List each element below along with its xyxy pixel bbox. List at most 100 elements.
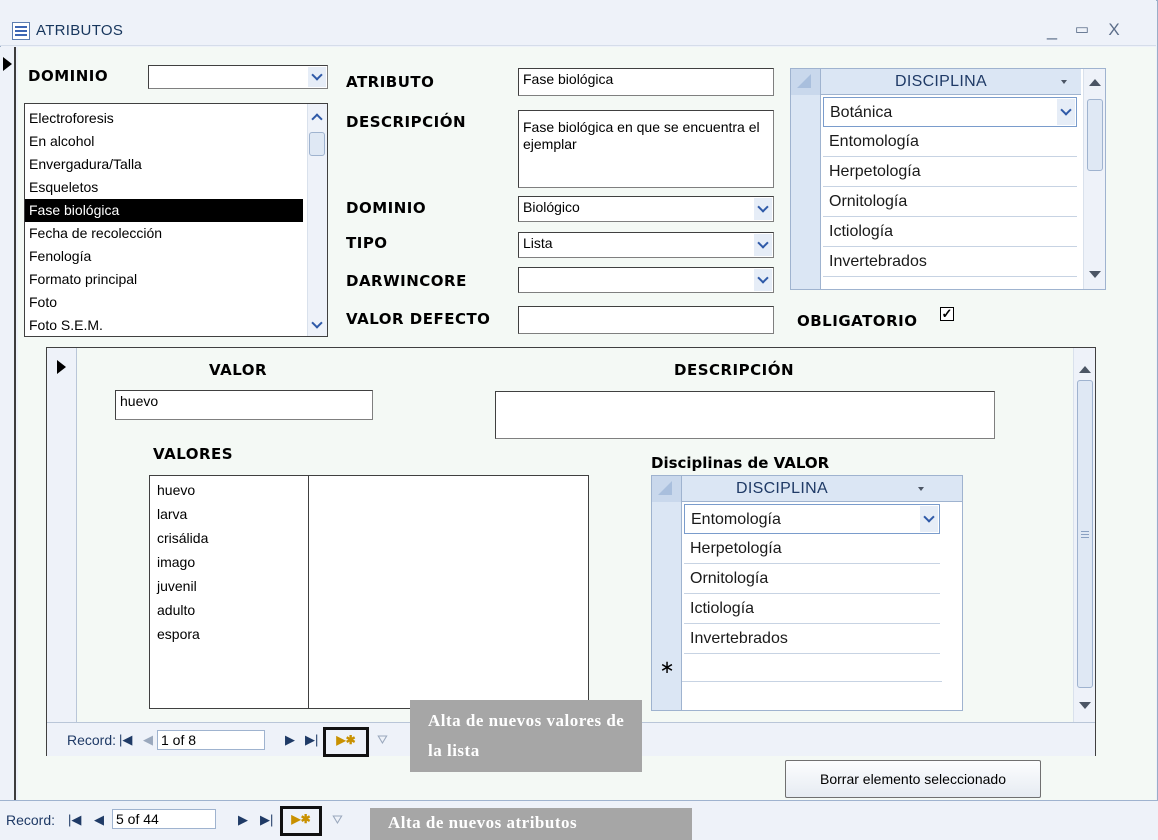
- attribute-list-item[interactable]: Electroforesis: [25, 107, 303, 130]
- next-record-icon[interactable]: ▶: [285, 732, 295, 748]
- disciplina-row[interactable]: Herpetología: [823, 157, 1077, 187]
- disciplina-row[interactable]: Entomología: [823, 127, 1077, 157]
- attribute-list-item[interactable]: Fenología: [25, 245, 303, 268]
- attribute-list-item[interactable]: En alcohol: [25, 130, 303, 153]
- chevron-down-icon[interactable]: [754, 269, 772, 291]
- disciplina-row[interactable]: Ornitología: [823, 187, 1077, 217]
- next-record-icon[interactable]: ▶: [238, 812, 248, 828]
- chevron-down-icon[interactable]: [308, 67, 326, 87]
- descripcion-field[interactable]: Fase biológica en que se encuentra el ej…: [518, 110, 774, 188]
- dominio-label: DOMINIO: [346, 199, 427, 217]
- scroll-thumb[interactable]: [1077, 380, 1093, 688]
- disciplina-row[interactable]: Ornitología: [684, 564, 940, 594]
- attributes-listbox[interactable]: Electroforesis En alcohol Envergadura/Tall…: [24, 103, 328, 337]
- valores-list-item[interactable]: imago: [153, 551, 303, 575]
- dominio-filter-combo[interactable]: [148, 65, 328, 89]
- sort-arrow-icon[interactable]: [918, 487, 924, 491]
- valores-list-item[interactable]: adulto: [153, 599, 303, 623]
- scroll-down-icon[interactable]: [1076, 696, 1094, 714]
- scroll-down-icon[interactable]: [308, 316, 326, 334]
- disciplina-row[interactable]: Ictiología: [823, 217, 1077, 247]
- maximize-button[interactable]: ▭: [1070, 18, 1094, 42]
- attributes-list-items: Electroforesis En alcohol Envergadura/Tall…: [25, 107, 303, 336]
- disciplina-datasheet[interactable]: DISCIPLINA Botánica Entomología Herpetolog…: [790, 68, 1106, 290]
- record-selector-strip[interactable]: [0, 47, 16, 800]
- chevron-down-icon[interactable]: [920, 506, 938, 532]
- disciplina-row[interactable]: Entomología: [684, 504, 940, 534]
- disciplina-row[interactable]: Botánica: [823, 97, 1077, 127]
- attribute-list-item[interactable]: Envergadura/Talla: [25, 153, 303, 176]
- disciplina-row[interactable]: Ictiología: [684, 594, 940, 624]
- valores-list-item[interactable]: crisálida: [153, 527, 303, 551]
- attribute-list-item[interactable]: Foto S.E.M.: [25, 314, 303, 336]
- select-all-corner[interactable]: [791, 69, 821, 95]
- window-title: ATRIBUTOS: [36, 22, 124, 39]
- disciplina-row[interactable]: Invertebrados: [684, 624, 940, 654]
- valores-list-item[interactable]: huevo: [153, 479, 303, 503]
- scroll-up-icon[interactable]: [1086, 73, 1104, 91]
- disciplina-row-label: Ictiología: [690, 600, 755, 617]
- subform-record-label: Record:: [67, 732, 117, 748]
- valor-field[interactable]: huevo: [115, 390, 373, 420]
- new-record-button[interactable]: ▶✱: [323, 727, 369, 757]
- scroll-down-icon[interactable]: [1086, 265, 1104, 283]
- tipo-label: TIPO: [346, 234, 388, 252]
- valor-defecto-field[interactable]: [518, 306, 774, 334]
- filter-icon[interactable]: ⛛: [377, 732, 388, 748]
- select-all-corner[interactable]: [652, 476, 682, 502]
- attribute-list-item[interactable]: Foto: [25, 291, 303, 314]
- chevron-down-icon[interactable]: [1057, 99, 1075, 125]
- scroll-up-icon[interactable]: [308, 108, 326, 126]
- disciplina-row-selectors[interactable]: [791, 95, 821, 289]
- disciplina-row[interactable]: Invertebrados: [823, 247, 1077, 277]
- disciplina-header: DISCIPLINA: [791, 69, 1081, 95]
- first-record-icon[interactable]: |◀: [119, 732, 132, 748]
- new-row[interactable]: [682, 652, 942, 682]
- last-record-icon[interactable]: ▶|: [305, 732, 318, 748]
- tipo-combo[interactable]: Lista: [518, 232, 774, 258]
- valores-listbox[interactable]: huevo larva crisálida imago juvenil adulto esp…: [149, 475, 589, 709]
- atributo-field[interactable]: Fase biológica: [518, 68, 774, 96]
- attribute-list-item[interactable]: Fecha de recolección: [25, 222, 303, 245]
- previous-record-icon[interactable]: ◀: [143, 732, 153, 748]
- dominio-combo[interactable]: Biológico: [518, 196, 774, 222]
- chevron-down-icon[interactable]: [754, 198, 772, 220]
- close-button[interactable]: X: [1102, 18, 1126, 42]
- disciplina-row[interactable]: Herpetología: [684, 534, 940, 564]
- scroll-thumb[interactable]: [1087, 99, 1103, 171]
- obligatorio-checkbox[interactable]: ✓: [940, 307, 954, 321]
- last-record-icon[interactable]: ▶|: [260, 812, 273, 828]
- attribute-list-item[interactable]: Esqueletos: [25, 176, 303, 199]
- subform-descripcion-field[interactable]: [495, 391, 995, 439]
- subform-record-position[interactable]: 1 of 8: [157, 730, 265, 750]
- sort-arrow-icon[interactable]: [1061, 80, 1067, 84]
- obligatorio-label: OBLIGATORIO: [797, 312, 918, 330]
- subform-record-selector[interactable]: [47, 348, 77, 740]
- disciplina-row-label: Herpetología: [690, 540, 782, 557]
- disciplina-row-label: Herpetología: [829, 163, 921, 180]
- scroll-thumb[interactable]: [309, 132, 325, 156]
- previous-record-icon[interactable]: ◀: [94, 812, 104, 828]
- valores-label: VALORES: [153, 445, 234, 463]
- first-record-icon[interactable]: |◀: [68, 812, 81, 828]
- attributes-scrollbar[interactable]: [307, 104, 327, 336]
- chevron-down-icon[interactable]: [754, 234, 772, 256]
- disciplinas-valor-datasheet[interactable]: DISCIPLINA Entomología Herpetología Ornito…: [651, 475, 963, 711]
- delete-selected-button[interactable]: Borrar elemento seleccionado: [785, 760, 1041, 798]
- disciplina-scrollbar[interactable]: [1083, 69, 1105, 289]
- valores-list-items: huevo larva crisálida imago juvenil adulto esp…: [153, 479, 303, 647]
- attribute-list-item[interactable]: Formato principal: [25, 268, 303, 291]
- valores-list-item[interactable]: larva: [153, 503, 303, 527]
- darwincore-combo[interactable]: [518, 267, 774, 293]
- subform-scrollbar[interactable]: [1073, 348, 1095, 738]
- scroll-up-icon[interactable]: [1076, 360, 1094, 378]
- new-record-button[interactable]: ▶✱: [280, 806, 322, 836]
- minimize-button[interactable]: _: [1040, 18, 1064, 42]
- filter-icon[interactable]: ⛛: [332, 812, 343, 828]
- main-record-position[interactable]: 5 of 44: [112, 809, 216, 829]
- current-record-arrow-icon: [3, 57, 12, 71]
- attribute-list-item[interactable]: Fase biológica: [25, 199, 303, 222]
- disciplinas-valor-header: DISCIPLINA: [652, 476, 962, 502]
- valores-list-item[interactable]: juvenil: [153, 575, 303, 599]
- valores-list-item[interactable]: espora: [153, 623, 303, 647]
